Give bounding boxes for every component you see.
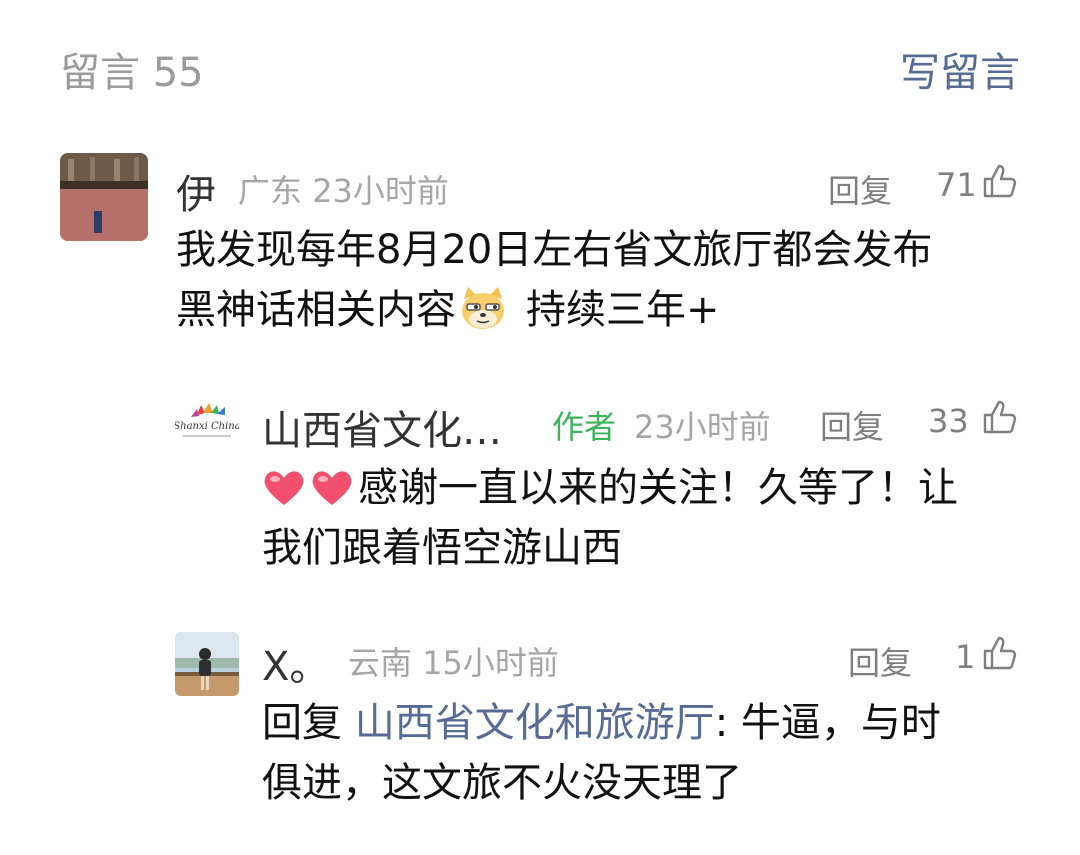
logo-lettering: Shanxi China: [175, 421, 239, 432]
nested-reply-segment: : 牛逼，与时: [714, 700, 941, 746]
thumbs-up-icon: [983, 164, 1017, 198]
comment-text-line: 我发现每年8月20日左右省文旅厅都会发布: [176, 227, 933, 273]
avatar-photo-person: [175, 632, 239, 696]
comment-text-segment: 黑神话相关内容: [176, 287, 456, 333]
comment-time: 15小时前: [422, 644, 559, 682]
like-count: 1: [955, 638, 976, 676]
avatar[interactable]: [60, 153, 148, 241]
comment-location: 广东: [238, 172, 303, 210]
like-count: 71: [936, 166, 977, 204]
quoted-author-link[interactable]: 山西省文化和旅游厅: [355, 700, 715, 746]
like-button[interactable]: [982, 635, 1018, 675]
like-count: 33: [928, 402, 969, 440]
reply-prefix: 回复: [262, 700, 342, 746]
comment-text-segment: 持续三年+: [526, 287, 720, 333]
doge-emoji: [462, 287, 504, 329]
reply-text-segment: 感谢一直以来的关注！久等了！让: [358, 465, 958, 511]
avatar[interactable]: [175, 632, 239, 696]
comment-location: 云南: [348, 644, 413, 682]
commenter-name[interactable]: X。: [262, 634, 329, 692]
commenter-name[interactable]: 伊: [176, 162, 216, 220]
avatar-photo-temple: [60, 153, 148, 241]
reply-text-line: 我们跟着悟空游山西: [262, 525, 622, 571]
write-comment-button[interactable]: 写留言: [900, 40, 1020, 98]
shanxi-china-logo: Shanxi China: [175, 395, 239, 459]
comment-text: 我发现每年8月20日左右省文旅厅都会发布 黑神话相关内容 持续三年+: [176, 220, 1036, 340]
author-name[interactable]: 山西省文化…: [262, 398, 502, 456]
thumbs-up-icon: [983, 400, 1017, 434]
nested-reply-line: 回复 山西省文化和旅游厅: 牛逼，与时: [262, 693, 1042, 753]
author-avatar[interactable]: Shanxi China: [175, 395, 239, 459]
like-button[interactable]: [982, 399, 1018, 439]
author-badge: 作者: [552, 408, 617, 446]
reply-text: 感谢一直以来的关注！久等了！让 我们跟着悟空游山西: [262, 458, 1042, 578]
comment-time: 23小时前: [312, 172, 449, 210]
comment-text-line: 黑神话相关内容 持续三年+: [176, 280, 1036, 340]
comment-meta: 广东 23小时前: [238, 166, 449, 212]
reply-button[interactable]: 回复: [828, 166, 892, 212]
thumbs-up-icon: [983, 636, 1017, 670]
nested-reply-line: 俱进，这文旅不火没天理了: [262, 760, 742, 806]
comment-meta: 云南 15小时前: [348, 638, 559, 684]
like-button[interactable]: [982, 163, 1018, 203]
heart-emoji: [264, 471, 304, 505]
reply-button[interactable]: 回复: [848, 638, 912, 684]
comments-count-title: 留言 55: [60, 50, 204, 96]
nested-reply-text: 回复 山西省文化和旅游厅: 牛逼，与时 俱进，这文旅不火没天理了: [262, 693, 1042, 813]
reply-button[interactable]: 回复: [820, 402, 884, 448]
reply-time: 23小时前: [634, 408, 771, 446]
heart-emoji: [312, 471, 352, 505]
reply-text-line: 感谢一直以来的关注！久等了！让: [262, 458, 1042, 518]
